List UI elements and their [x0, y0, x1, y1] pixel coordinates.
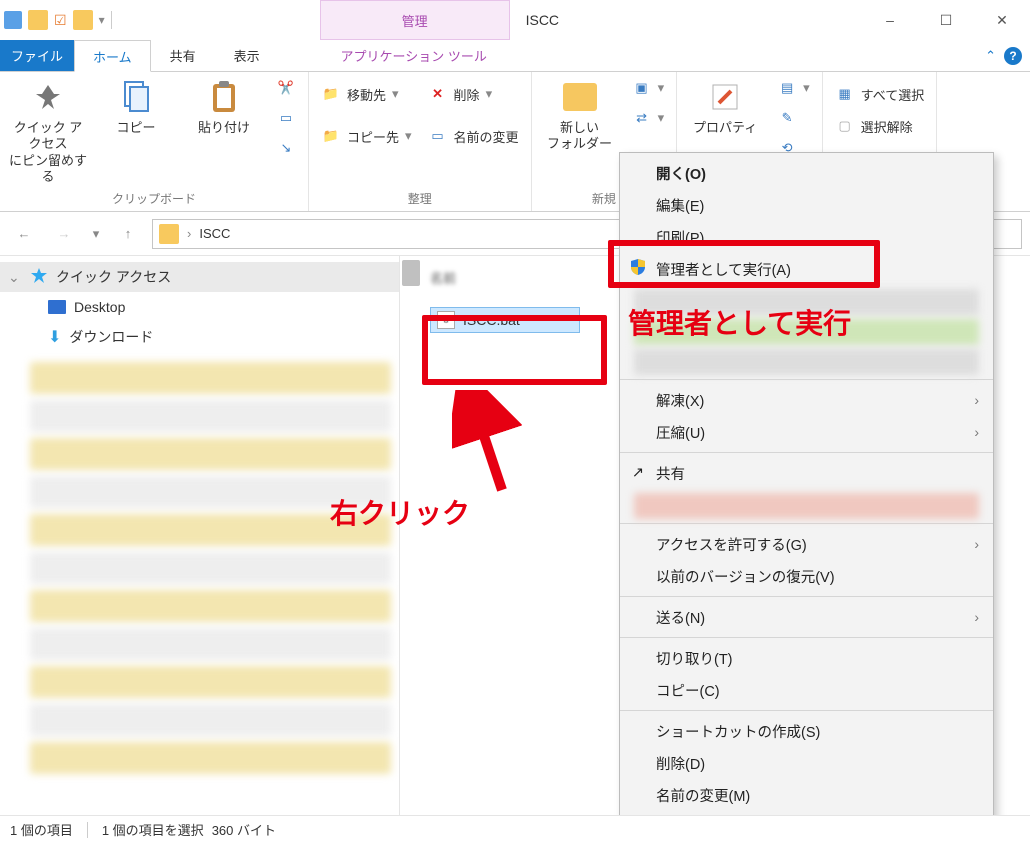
- new-folder-button[interactable]: 新しい フォルダー: [540, 76, 620, 153]
- status-bar: 1 個の項目 1 個の項目を選択 360 バイト: [0, 815, 1030, 843]
- ctx-share[interactable]: ↗共有: [620, 457, 993, 489]
- file-tab[interactable]: ファイル: [0, 40, 74, 71]
- status-size: 360 バイト: [212, 820, 276, 839]
- chevron-right-icon: ›: [974, 424, 979, 440]
- status-selected: 1 個の項目を選択: [102, 820, 204, 839]
- context-menu: 開く(O) 編集(E) 印刷(P) 管理者として実行(A) 解凍(X)› 圧縮(…: [619, 152, 994, 820]
- ctx-delete[interactable]: 削除(D): [620, 747, 993, 779]
- tab-share[interactable]: 共有: [151, 40, 215, 71]
- paste-button[interactable]: 貼り付け: [184, 76, 264, 136]
- qat-check-icon[interactable]: ☑: [54, 12, 67, 29]
- help-icon[interactable]: ?: [1004, 47, 1022, 65]
- star-icon: [30, 267, 48, 288]
- folder-icon: [159, 224, 179, 244]
- group-label: 整理: [317, 186, 523, 211]
- maximize-button[interactable]: ☐: [918, 0, 974, 40]
- open-extras: ▤▾ ✎ ⟲: [773, 76, 814, 160]
- tab-home[interactable]: ホーム: [74, 40, 151, 72]
- chevron-right-icon: ›: [974, 609, 979, 625]
- bat-file-icon: ⚙: [437, 311, 455, 329]
- app-icon: [4, 11, 22, 29]
- folder-icon: [28, 10, 48, 30]
- clipboard-extras: ✂️ ▭ ↘: [272, 76, 300, 160]
- expand-icon[interactable]: ⌄: [8, 269, 22, 286]
- copy-path-button[interactable]: ▭: [272, 106, 300, 130]
- ctx-copy[interactable]: コピー(C): [620, 674, 993, 706]
- ctx-rename[interactable]: 名前の変更(M): [620, 779, 993, 811]
- download-icon: ⬇: [48, 327, 61, 347]
- new-item-button[interactable]: ▣▾: [628, 76, 669, 100]
- close-button[interactable]: ✕: [974, 0, 1030, 40]
- desktop-icon: [48, 300, 66, 314]
- sidebar-item-desktop[interactable]: Desktop: [0, 292, 399, 322]
- folder-icon: [73, 10, 93, 30]
- edit-button[interactable]: ✎: [773, 106, 814, 130]
- minimize-button[interactable]: –: [862, 0, 918, 40]
- copy-to-button[interactable]: 📁コピー先▾: [317, 124, 416, 148]
- chevron-right-icon: ›: [974, 392, 979, 408]
- ctx-send-to[interactable]: 送る(N)›: [620, 601, 993, 633]
- window-controls: – ☐ ✕: [862, 0, 1030, 40]
- ctx-print[interactable]: 印刷(P): [620, 221, 993, 253]
- status-count: 1 個の項目: [10, 820, 73, 839]
- easy-access-button[interactable]: ⇄▾: [628, 106, 669, 130]
- title-bar: ☑ ▾ 管理 ISCC – ☐ ✕: [0, 0, 1030, 40]
- navigation-pane: ⌄ クイック アクセス Desktop ⬇ ダウンロード: [0, 256, 400, 838]
- context-tab-manage[interactable]: 管理: [320, 0, 510, 40]
- tab-view[interactable]: 表示: [215, 40, 279, 71]
- ctx-prev-versions[interactable]: 以前のバージョンの復元(V): [620, 560, 993, 592]
- shield-icon: [628, 258, 648, 280]
- group-label: クリップボード: [8, 186, 300, 211]
- breadcrumb[interactable]: ISCC: [199, 226, 230, 241]
- rename-button[interactable]: ▭名前の変更: [424, 124, 523, 148]
- copy-button[interactable]: コピー: [96, 76, 176, 136]
- separator: [111, 11, 112, 29]
- move-to-button[interactable]: 📁移動先▾: [317, 82, 416, 106]
- back-button[interactable]: ←: [8, 218, 40, 250]
- select-none-button[interactable]: ▢選択解除: [831, 114, 929, 138]
- ctx-open[interactable]: 開く(O): [620, 157, 993, 189]
- sidebar-item-quick-access[interactable]: ⌄ クイック アクセス: [0, 262, 399, 292]
- ctx-edit[interactable]: 編集(E): [620, 189, 993, 221]
- chevron-right-icon: ›: [974, 536, 979, 552]
- share-icon: ↗: [628, 465, 648, 481]
- qat-dropdown[interactable]: ▾: [99, 13, 105, 27]
- cut-button[interactable]: ✂️: [272, 76, 300, 100]
- ctx-cut[interactable]: 切り取り(T): [620, 642, 993, 674]
- ctx-extract[interactable]: 解凍(X)›: [620, 384, 993, 416]
- ribbon-collapse-icon[interactable]: ⌃: [985, 48, 996, 64]
- delete-button[interactable]: ✕削除▾: [424, 82, 523, 106]
- ctx-compress[interactable]: 圧縮(U)›: [620, 416, 993, 448]
- tab-app-tools[interactable]: アプリケーション ツール: [319, 40, 509, 71]
- pin-quick-access-button[interactable]: クイック アクセス にピン留めする: [8, 76, 88, 185]
- ctx-create-shortcut[interactable]: ショートカットの作成(S): [620, 715, 993, 747]
- file-iscc-bat[interactable]: ⚙ ISCC.bat: [430, 307, 580, 333]
- group-clipboard: クイック アクセス にピン留めする コピー 貼り付け ✂️ ▭ ↘ クリップボー…: [0, 72, 309, 211]
- group-organize: 📁移動先▾ 📁コピー先▾ ✕削除▾ ▭名前の変更 整理: [309, 72, 532, 211]
- paste-shortcut-button[interactable]: ↘: [272, 136, 300, 160]
- recent-locations[interactable]: ▾: [88, 218, 104, 250]
- window-title: ISCC: [510, 0, 862, 40]
- forward-button[interactable]: →: [48, 218, 80, 250]
- ribbon-tabs: ファイル ホーム 共有 表示 アプリケーション ツール ⌃ ?: [0, 40, 1030, 72]
- sidebar-item-downloads[interactable]: ⬇ ダウンロード: [0, 322, 399, 352]
- breadcrumb-separator: ›: [187, 226, 191, 241]
- new-item-extras: ▣▾ ⇄▾: [628, 76, 669, 130]
- open-button[interactable]: ▤▾: [773, 76, 814, 100]
- ctx-run-as-admin[interactable]: 管理者として実行(A): [620, 253, 993, 285]
- up-button[interactable]: ↑: [112, 218, 144, 250]
- quick-access-toolbar: ☑ ▾: [0, 0, 120, 40]
- properties-button[interactable]: プロパティ: [685, 76, 765, 136]
- select-all-button[interactable]: ▦すべて選択: [831, 82, 929, 106]
- ctx-grant-access[interactable]: アクセスを許可する(G)›: [620, 528, 993, 560]
